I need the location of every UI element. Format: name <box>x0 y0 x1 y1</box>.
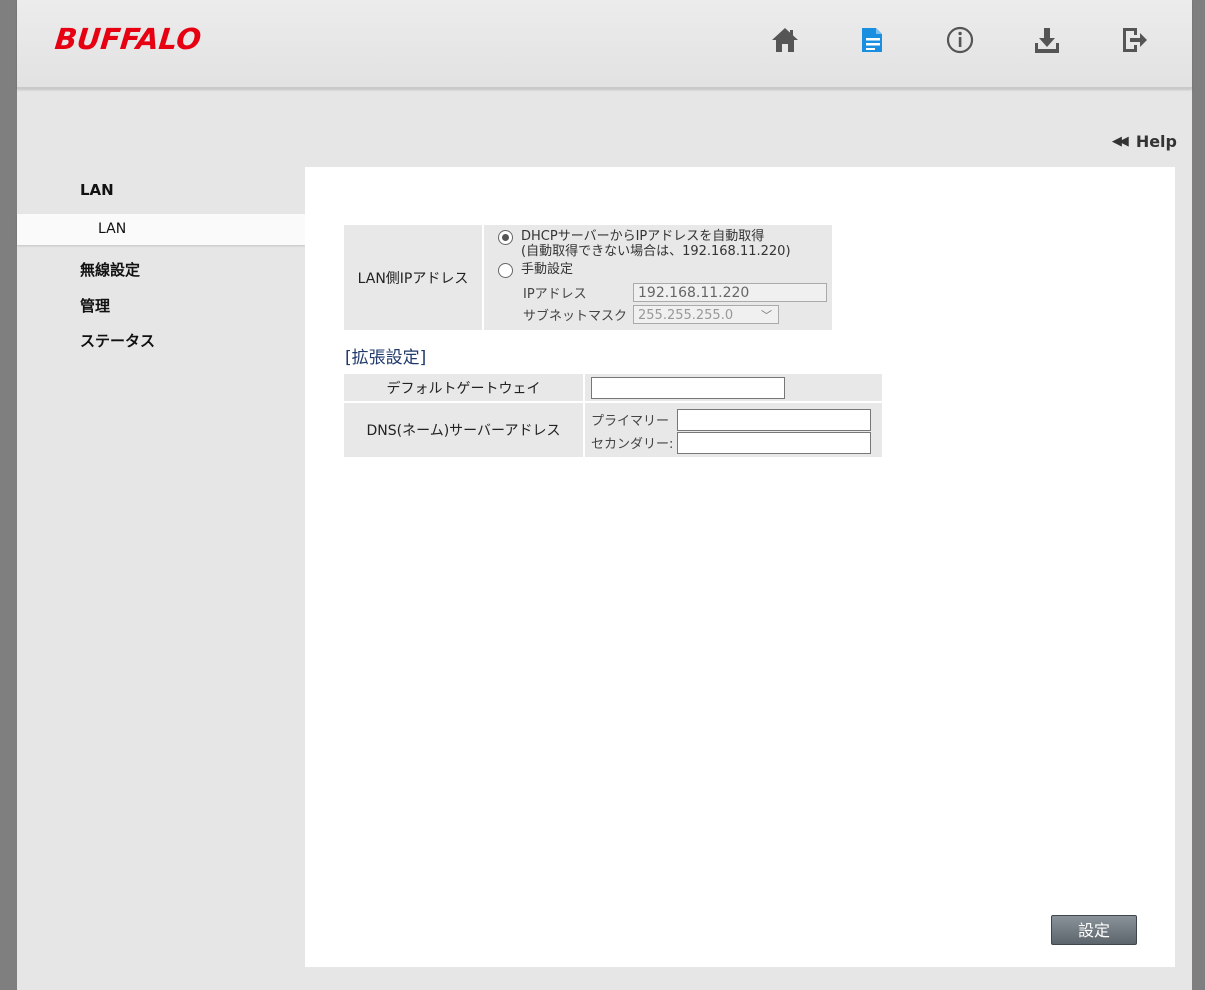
chevron-down-icon: ﹀ <box>761 309 772 322</box>
lan-ip-options: DHCPサーバーからIPアドレスを自動取得 (自動取得できない場合は、192.1… <box>484 225 832 330</box>
sidebar-item-lan-label: LAN <box>98 221 127 237</box>
dhcp-option-line2: (自動取得できない場合は、192.168.11.220) <box>521 244 791 259</box>
home-icon[interactable] <box>769 24 801 56</box>
sidebar-heading-wireless[interactable]: 無線設定 <box>80 259 140 280</box>
sidebar-item-lan[interactable]: LAN <box>17 214 305 245</box>
header-bar: BUFFALO <box>17 0 1192 89</box>
sidebar-heading-lan[interactable]: LAN <box>80 181 114 199</box>
secondary-label: セカンダリー: <box>591 437 674 452</box>
ip-address-label: IPアドレス <box>523 287 587 302</box>
dhcp-option-line1: DHCPサーバーからIPアドレスを自動取得 <box>521 229 765 244</box>
dns-cell: プライマリー セカンダリー: <box>585 403 882 457</box>
lan-ip-table: LAN側IPアドレス DHCPサーバーからIPアドレスを自動取得 (自動取得でき… <box>342 223 834 332</box>
help-link[interactable]: ◀◀ Help <box>1112 132 1177 151</box>
settings-icon[interactable] <box>856 24 888 56</box>
gateway-input[interactable] <box>591 377 785 399</box>
logout-icon[interactable] <box>1118 24 1150 56</box>
dhcp-radio[interactable] <box>498 230 513 245</box>
download-icon[interactable] <box>1031 24 1063 56</box>
dns-label: DNS(ネーム)サーバーアドレス <box>344 403 583 457</box>
subnet-mask-value: 255.255.255.0 <box>638 308 734 323</box>
subnet-mask-label: サブネットマスク <box>523 309 628 324</box>
buffalo-logo: BUFFALO <box>53 22 203 56</box>
main-panel: LAN側IPアドレス DHCPサーバーからIPアドレスを自動取得 (自動取得でき… <box>305 167 1175 967</box>
manual-radio[interactable] <box>498 263 513 278</box>
app-frame: BUFFALO ◀◀ Help LAN LAN 無線設定 管理 ステータス LA… <box>17 0 1192 990</box>
info-icon[interactable] <box>944 24 976 56</box>
sidebar-heading-admin[interactable]: 管理 <box>80 295 110 316</box>
manual-option-label: 手動設定 <box>521 262 574 277</box>
gateway-cell <box>585 374 882 401</box>
advanced-settings-title: [拡張設定] <box>345 348 427 368</box>
help-label: Help <box>1135 132 1177 151</box>
manual-option[interactable]: 手動設定 <box>498 262 832 278</box>
sidebar-heading-status[interactable]: ステータス <box>80 330 155 351</box>
dhcp-option[interactable]: DHCPサーバーからIPアドレスを自動取得 (自動取得できない場合は、192.1… <box>498 229 832 259</box>
rewind-icon: ◀◀ <box>1111 134 1129 149</box>
primary-dns-input[interactable] <box>677 408 871 431</box>
primary-label: プライマリー <box>591 414 670 429</box>
subnet-mask-select[interactable]: 255.255.255.0 ﹀ <box>633 305 779 324</box>
dhcp-option-text: DHCPサーバーからIPアドレスを自動取得 (自動取得できない場合は、192.1… <box>521 229 791 259</box>
ip-address-field[interactable]: 192.168.11.220 <box>633 283 827 302</box>
gateway-label: デフォルトゲートウェイ <box>344 374 583 401</box>
advanced-table: デフォルトゲートウェイ DNS(ネーム)サーバーアドレス プライマリー セカンダ… <box>342 372 884 459</box>
lan-ip-label: LAN側IPアドレス <box>344 225 482 330</box>
secondary-dns-input[interactable] <box>677 431 871 454</box>
submit-button[interactable]: 設定 <box>1051 915 1137 945</box>
